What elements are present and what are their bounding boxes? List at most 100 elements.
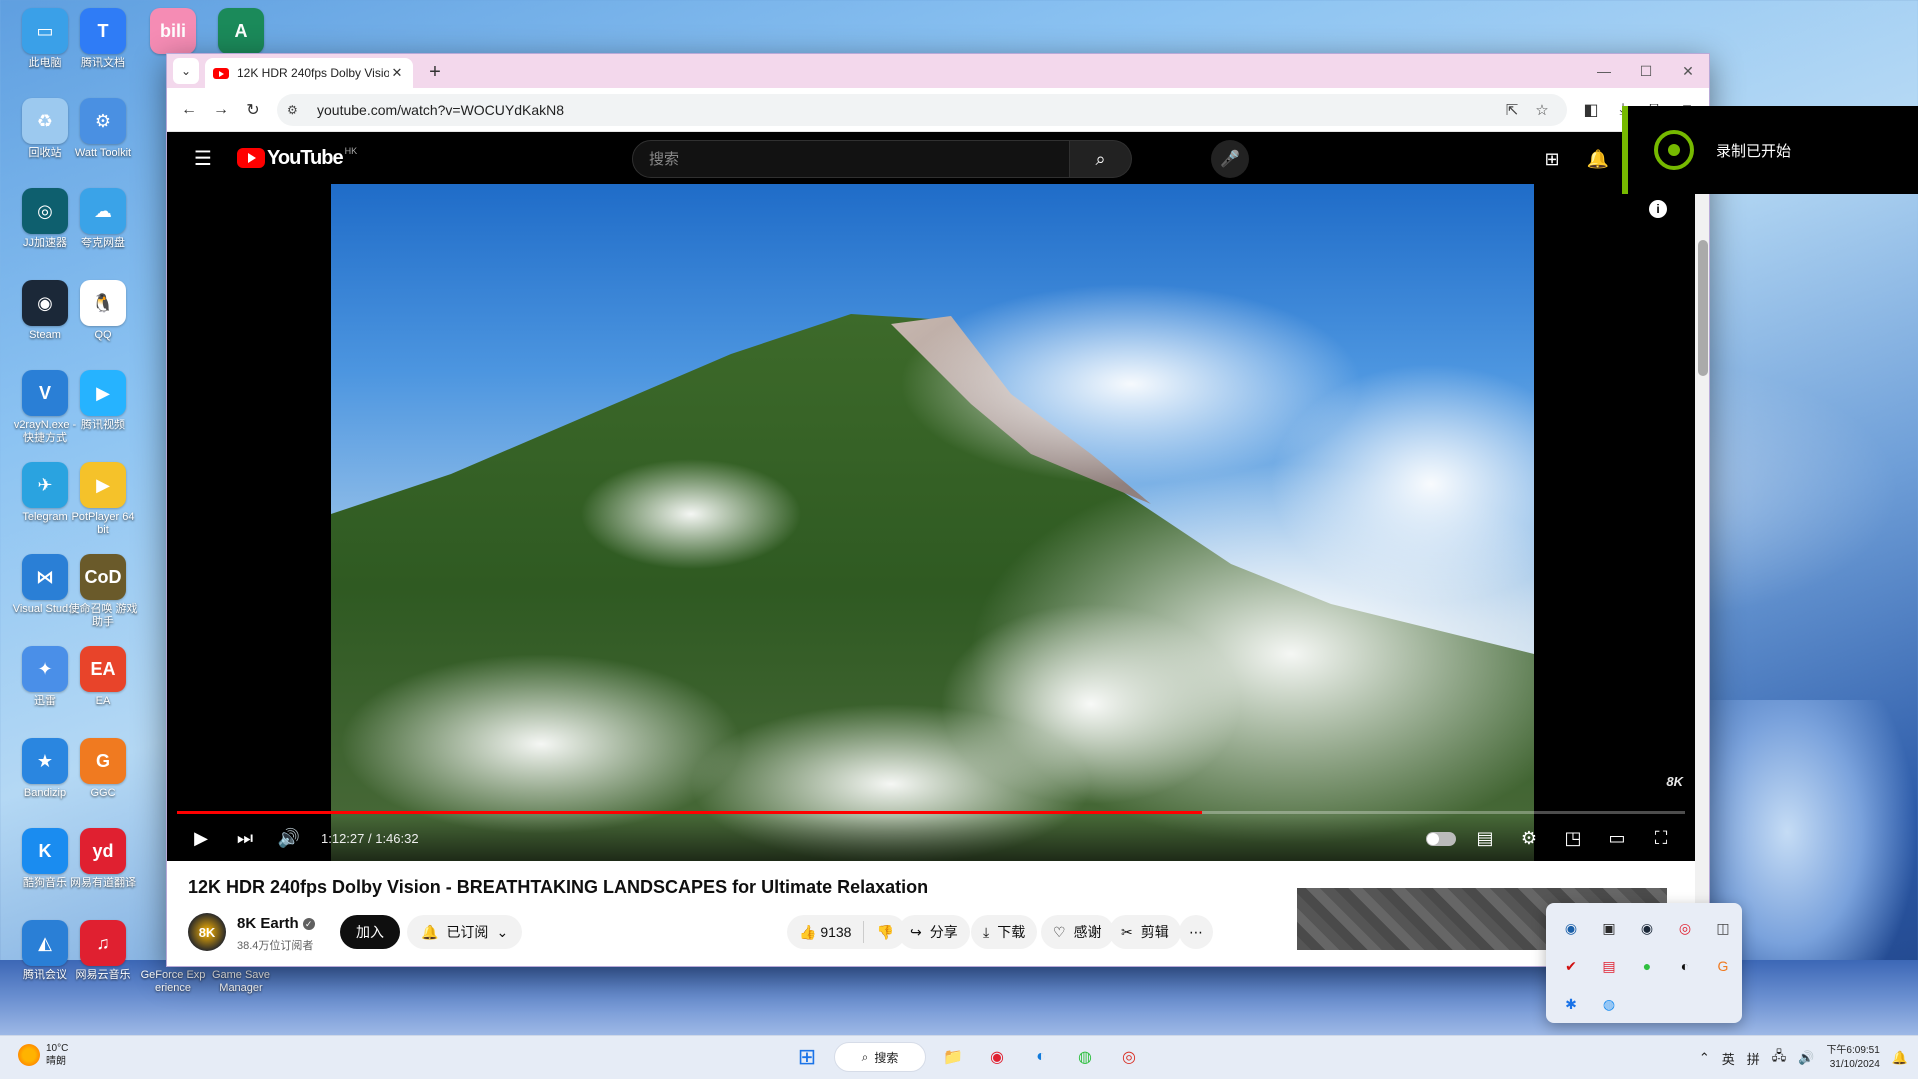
video-frame[interactable] xyxy=(331,184,1534,861)
desktop-app-icon: ◉ xyxy=(22,280,68,326)
autoplay-toggle[interactable] xyxy=(1419,817,1463,861)
miniplayer-button[interactable]: ◳ xyxy=(1551,817,1595,861)
youtube-logo[interactable]: YouTube HK xyxy=(237,146,357,170)
desktop-icon[interactable]: T 腾讯文档 xyxy=(68,8,138,70)
close-window-button[interactable]: ✕ xyxy=(1667,54,1709,88)
voice-search-icon[interactable]: 🎤 xyxy=(1211,140,1249,178)
volume-icon[interactable]: 🔊 xyxy=(1798,1050,1814,1066)
page-scrollbar[interactable] xyxy=(1695,184,1709,966)
bookmark-star-icon[interactable]: ☆ xyxy=(1527,101,1557,119)
ime-language[interactable]: 英 xyxy=(1722,1049,1735,1068)
tray-app-icon[interactable]: ▣ xyxy=(1590,909,1628,947)
clip-button[interactable]: ✂ 剪辑 xyxy=(1109,915,1181,949)
scrollbar-thumb[interactable] xyxy=(1698,240,1708,376)
tray-app-icon[interactable]: ◍ xyxy=(1590,985,1628,1023)
desktop-icon[interactable]: G GGC xyxy=(68,738,138,800)
new-tab-button[interactable]: + xyxy=(421,58,449,86)
theater-mode-button[interactable]: ▭ xyxy=(1595,817,1639,861)
desktop-icon[interactable]: A xyxy=(206,8,276,57)
taskbar-search[interactable]: ⌕ 搜索 xyxy=(834,1042,926,1072)
desktop-app-icon: ▶ xyxy=(80,370,126,416)
channel-avatar[interactable]: 8K xyxy=(188,913,226,951)
fullscreen-button[interactable]: ⛶ xyxy=(1639,817,1683,861)
desktop-icon[interactable]: EA EA xyxy=(68,646,138,708)
site-info-icon[interactable]: ⚙ xyxy=(287,103,309,117)
tray-app-icon[interactable]: ◫ xyxy=(1704,909,1742,947)
thanks-label: 感谢 xyxy=(1073,924,1102,940)
netease-music-icon[interactable]: ◉ xyxy=(980,1040,1014,1074)
reload-button[interactable]: ↻ xyxy=(237,94,269,126)
tray-app-icon[interactable]: ● xyxy=(1628,947,1666,985)
subscribed-button[interactable]: 🔔 已订阅 ⌄ xyxy=(407,915,523,949)
channel-name[interactable]: 8K Earth ✓ xyxy=(237,915,315,932)
start-button[interactable]: ⊞ xyxy=(790,1040,824,1074)
video-player[interactable]: 8K ▶ ⏭ 🔊 1:12:27 / 1:46:32 ▤ ⚙ ◳ ▭ ⛶ xyxy=(167,184,1695,861)
create-video-icon[interactable]: ⊞ xyxy=(1535,142,1569,176)
volume-button[interactable]: 🔊 xyxy=(267,817,311,861)
info-icon[interactable]: i xyxy=(1649,200,1667,218)
desktop-app-icon: ☁ xyxy=(80,188,126,234)
tray-app-icon[interactable]: ✱ xyxy=(1552,985,1590,1023)
install-app-icon[interactable]: ⇱ xyxy=(1497,101,1527,119)
edge-browser-icon[interactable]: ◐ xyxy=(1024,1040,1058,1074)
desktop-app-icon: yd xyxy=(80,828,126,874)
wechat-icon[interactable]: ◍ xyxy=(1068,1040,1102,1074)
dislike-button[interactable]: 👎 xyxy=(876,924,893,941)
weather-widget[interactable]: 10°C 晴朗 xyxy=(18,1042,68,1068)
minimize-button[interactable]: — xyxy=(1583,54,1625,88)
tab-youtube[interactable]: 12K HDR 240fps Dolby Visio ✕ xyxy=(205,58,413,88)
tray-app-icon[interactable]: ◉ xyxy=(1628,909,1666,947)
notification-icon[interactable]: 🔔 xyxy=(1892,1050,1908,1066)
tray-app-icon[interactable]: ◐ xyxy=(1666,947,1704,985)
tray-app-icon[interactable]: ◎ xyxy=(1666,909,1704,947)
chrome-icon[interactable]: ◎ xyxy=(1112,1040,1146,1074)
tray-app-icon[interactable]: G xyxy=(1704,947,1742,985)
ime-mode[interactable]: 拼 xyxy=(1747,1049,1760,1068)
back-button[interactable]: ← xyxy=(173,94,205,126)
desktop-icon[interactable]: ☁ 夸克网盘 xyxy=(68,188,138,250)
desktop-icon[interactable]: CoD 使命召唤 游戏助手 xyxy=(68,554,138,629)
settings-button[interactable]: ⚙ xyxy=(1507,817,1551,861)
search-input[interactable] xyxy=(632,140,1070,178)
download-icon: ⤓ xyxy=(983,923,990,940)
share-button[interactable]: ↪ 分享 xyxy=(898,915,970,949)
file-explorer-icon[interactable]: 📁 xyxy=(936,1040,970,1074)
play-button[interactable]: ▶ xyxy=(179,817,223,861)
clock-date: 31/10/2024 xyxy=(1829,1059,1880,1070)
next-button[interactable]: ⏭ xyxy=(223,817,267,861)
desktop-icon[interactable]: ▶ PotPlayer 64 bit xyxy=(68,462,138,537)
like-button[interactable]: 👍 9138 xyxy=(799,924,851,941)
download-button[interactable]: ⤓ 下载 xyxy=(971,915,1038,949)
more-actions-button[interactable]: ⋯ xyxy=(1179,915,1213,949)
channel-watermark[interactable]: 8K xyxy=(1666,774,1683,789)
desktop-icon[interactable]: ⚙ Watt Toolkit xyxy=(68,98,138,160)
subscribed-label: 已订阅 xyxy=(446,924,489,940)
share-label: 分享 xyxy=(929,924,958,940)
desktop-icon[interactable]: yd 网易有道翻译 xyxy=(68,828,138,890)
search-button[interactable]: ⌕ xyxy=(1070,140,1132,178)
progress-bar[interactable] xyxy=(177,811,1685,814)
maximize-button[interactable]: ☐ xyxy=(1625,54,1667,88)
desktop-icon[interactable]: 🐧 QQ xyxy=(68,280,138,342)
desktop-icon[interactable]: ▶ 腾讯视频 xyxy=(68,370,138,432)
desktop-icon[interactable]: ♫ 网易云音乐 xyxy=(68,920,138,982)
address-bar[interactable]: ⚙ youtube.com/watch?v=WOCUYdKakN8 ⇱ ☆ xyxy=(277,93,1567,126)
clock[interactable]: 下午6:09:51 31/10/2024 xyxy=(1826,1044,1879,1072)
notifications-bell-icon[interactable]: 🔔 xyxy=(1581,142,1615,176)
channel-name-text[interactable]: 8K Earth xyxy=(237,915,299,932)
guide-menu-icon[interactable]: ☰ xyxy=(183,138,223,178)
subtitles-button[interactable]: ▤ xyxy=(1463,817,1507,861)
tab-search-button[interactable]: ⌄ xyxy=(173,58,199,84)
thanks-button[interactable]: ♡ 感谢 xyxy=(1041,915,1114,949)
tab-close-icon[interactable]: ✕ xyxy=(389,65,405,81)
tray-app-icon[interactable]: ✔ xyxy=(1552,947,1590,985)
url-text[interactable]: youtube.com/watch?v=WOCUYdKakN8 xyxy=(317,102,1497,118)
forward-button[interactable]: → xyxy=(205,94,237,126)
search-box: ⌕ xyxy=(632,140,1132,178)
join-button[interactable]: 加入 xyxy=(340,915,400,949)
tray-app-icon[interactable]: ◉ xyxy=(1552,909,1590,947)
network-icon[interactable]: 🖧 xyxy=(1772,1047,1787,1069)
tray-app-icon[interactable]: ▤ xyxy=(1590,947,1628,985)
tray-chevron-icon[interactable]: ⌃ xyxy=(1699,1050,1710,1066)
translate-extension-icon[interactable]: ◧ xyxy=(1575,94,1607,126)
